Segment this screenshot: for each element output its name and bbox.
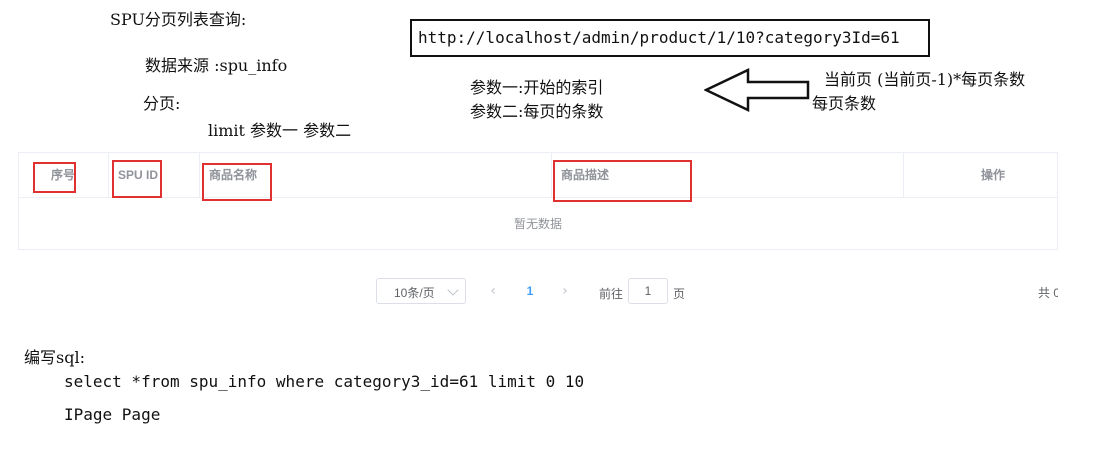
note-param1: 参数一:开始的索引: [470, 78, 604, 97]
note-right-line1: 当前页 (当前页-1)*每页条数: [824, 70, 1026, 89]
spu-table: 序号 SPU ID 商品名称 商品描述 操作 暂无数据: [18, 152, 1058, 250]
highlight-box-spu-id: [112, 160, 162, 198]
highlight-box-desc: [553, 160, 692, 202]
table-header: 序号 SPU ID 商品名称 商品描述 操作: [19, 153, 1057, 198]
url-box: http://localhost/admin/product/1/10?cate…: [410, 19, 930, 57]
goto-page-input[interactable]: 1: [628, 278, 668, 304]
highlight-box-index: [33, 162, 76, 193]
prev-page-icon[interactable]: ‹: [484, 281, 502, 301]
left-arrow-icon: [704, 68, 810, 112]
page-size-select[interactable]: 10条/页: [376, 278, 466, 304]
note-title: SPU分页列表查询:: [110, 10, 247, 29]
highlight-box-name: [202, 163, 272, 201]
current-page-number[interactable]: 1: [520, 281, 540, 301]
note-param2: 参数二:每页的条数: [470, 102, 604, 121]
note-ipage: IPage Page: [64, 405, 161, 424]
note-sql-query: select *from spu_info where category3_id…: [64, 372, 585, 391]
note-right-line2: 每页条数: [812, 94, 877, 113]
col-header-actions: 操作: [981, 168, 1006, 182]
chevron-down-icon: [447, 284, 459, 296]
page-unit-label: 页: [673, 287, 686, 301]
note-data-source: 数据来源 :spu_info: [145, 56, 288, 75]
note-sql-label: 编写sql:: [24, 348, 85, 367]
page-size-value: 10条/页: [394, 286, 435, 300]
total-count: 共 0: [1038, 286, 1058, 300]
note-paging-label: 分页:: [143, 94, 181, 113]
next-page-icon[interactable]: ›: [556, 281, 574, 301]
note-limit: limit 参数一 参数二: [208, 121, 352, 140]
empty-text: 暂无数据: [513, 217, 562, 231]
goto-label: 前往: [599, 287, 624, 301]
